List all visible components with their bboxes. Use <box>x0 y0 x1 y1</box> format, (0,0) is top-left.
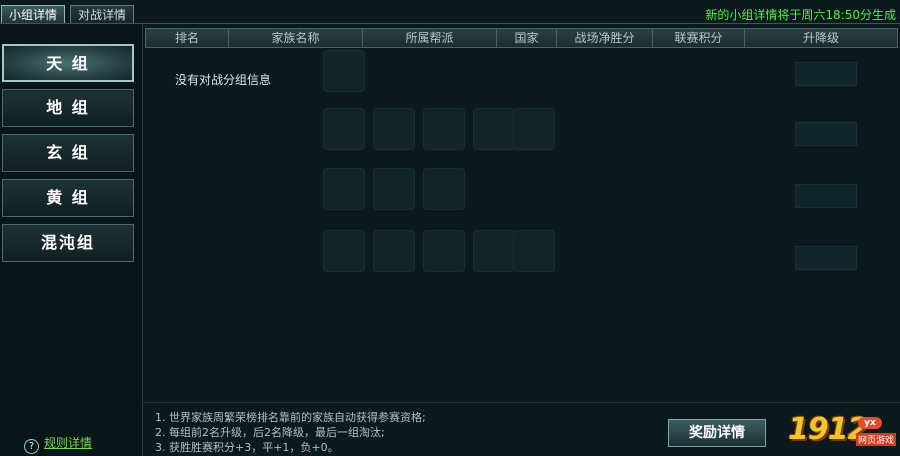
ghost-icon <box>423 108 465 150</box>
ghost-icon <box>473 230 515 272</box>
ghost-icon <box>373 168 415 210</box>
column-header-league-points: 联赛积分 <box>652 29 744 47</box>
column-header-promotion: 升降级 <box>744 29 897 47</box>
group-sidebar: 天 组 地 组 玄 组 黄 组 混沌组 ? 规则详情 <box>0 24 143 456</box>
standings-panel: 排名 家族名称 所属帮派 国家 战场净胜分 联赛积分 升降级 没有对战分组信息 <box>143 24 900 456</box>
column-header-rank: 排名 <box>174 31 199 45</box>
column-header-country: 国家 <box>496 29 556 47</box>
logo-badge: yx <box>858 417 882 429</box>
rule-details-link[interactable]: ? 规则详情 <box>24 434 92 454</box>
ghost-icon <box>323 50 365 92</box>
group-button-di[interactable]: 地 组 <box>2 89 134 127</box>
rules-notes: 1. 世界家族周繁荣榜排名靠前的家族自动获得参赛资格; 2. 每组前2名升级，后… <box>155 410 426 455</box>
ghost-icon <box>323 108 365 150</box>
logo-caption: 网页游戏 <box>856 433 896 446</box>
ghost-icon <box>373 230 415 272</box>
ghost-button <box>795 122 857 146</box>
column-header-guild: 所属帮派 <box>362 29 496 47</box>
note-line: 2. 每组前2名升级，后2名降级，最后一组淘汰; <box>155 426 385 439</box>
ghost-icon <box>373 108 415 150</box>
group-button-tian[interactable]: 天 组 <box>2 44 134 82</box>
ghost-icon <box>513 230 555 272</box>
ghost-icon <box>323 230 365 272</box>
question-icon: ? <box>24 439 39 454</box>
reward-details-button[interactable]: 奖励详情 <box>668 419 766 447</box>
site-logo: 1912 yx 网页游戏 <box>786 412 896 450</box>
ghost-icon <box>323 168 365 210</box>
ghost-icon <box>513 108 555 150</box>
schedule-notice: 新的小组详情将于周六18:50分生成 <box>705 8 896 22</box>
footer-divider <box>143 402 900 403</box>
ghost-button <box>795 246 857 270</box>
group-button-huang[interactable]: 黄 组 <box>2 179 134 217</box>
tab-group-details[interactable]: 小组详情 <box>1 5 65 23</box>
group-button-xuan[interactable]: 玄 组 <box>2 134 134 172</box>
column-header-family: 家族名称 <box>228 29 362 47</box>
rule-details-label: 规则详情 <box>44 436 93 450</box>
ghost-button <box>795 184 857 208</box>
ghost-icon <box>423 168 465 210</box>
empty-table-message: 没有对战分组信息 <box>175 73 272 87</box>
ghost-icon <box>473 108 515 150</box>
ghost-icon <box>423 230 465 272</box>
column-header-net-score: 战场净胜分 <box>556 29 652 47</box>
tab-battle-details[interactable]: 对战详情 <box>70 5 134 23</box>
note-line: 3. 获胜胜赛积分+3，平+1，负+0。 <box>155 441 339 454</box>
tab-bar: 小组详情 对战详情 新的小组详情将于周六18:50分生成 <box>0 0 900 24</box>
group-button-hundun[interactable]: 混沌组 <box>2 224 134 262</box>
note-line: 1. 世界家族周繁荣榜排名靠前的家族自动获得参赛资格; <box>155 411 426 424</box>
table-header: 排名 家族名称 所属帮派 国家 战场净胜分 联赛积分 升降级 <box>145 28 898 48</box>
ghost-button <box>795 62 857 86</box>
